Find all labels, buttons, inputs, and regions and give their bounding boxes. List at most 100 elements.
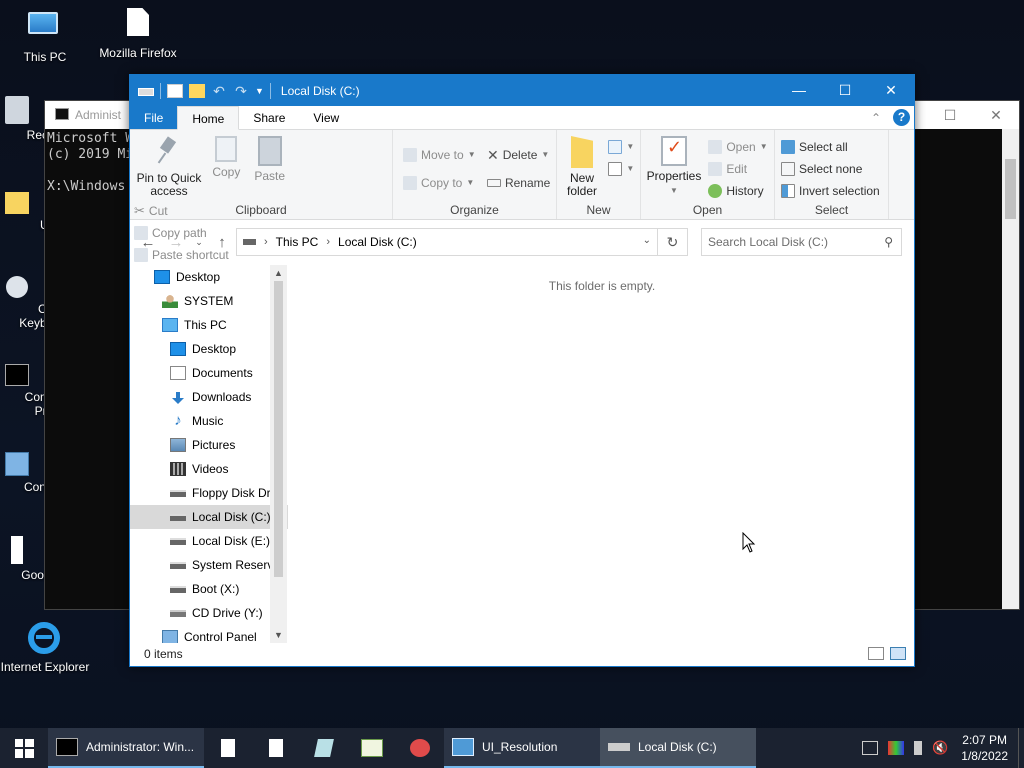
breadcrumb-local-disk[interactable]: Local Disk (C:) <box>338 235 417 249</box>
move-to-button[interactable]: Move to ▼ <box>403 144 476 166</box>
tab-share[interactable]: Share <box>239 106 299 129</box>
breadcrumb-separator[interactable]: › <box>326 236 330 248</box>
chevron-down-icon[interactable]: ⌄ <box>643 235 651 246</box>
quick-access-toolbar: ↶ ↷ ▼ <box>130 82 271 99</box>
tree-item-this-pc[interactable]: This PC <box>130 313 288 337</box>
properties-button[interactable]: Properties ▼ <box>645 134 703 197</box>
tree-item-boot-x[interactable]: Boot (X:) <box>130 577 288 601</box>
taskbar-pinned-notepad[interactable] <box>300 728 348 768</box>
button-label: Paste <box>254 169 286 183</box>
tree-item-desktop-pc[interactable]: Desktop <box>130 337 288 361</box>
show-desktop-button[interactable] <box>1018 728 1024 768</box>
maximize-button[interactable]: ☐ <box>927 101 973 129</box>
taskbar-pinned-snipping[interactable] <box>396 728 444 768</box>
pin-to-quick-access-button[interactable]: Pin to Quick access <box>134 134 204 198</box>
tree-item-cd-drive[interactable]: CD Drive (Y:) <box>130 601 288 625</box>
new-folder-icon[interactable] <box>189 83 205 98</box>
color-icon[interactable] <box>888 741 905 755</box>
taskbar-pinned-chart[interactable] <box>348 728 396 768</box>
close-button[interactable]: ✕ <box>973 101 1019 129</box>
tab-file[interactable]: File <box>130 106 178 129</box>
snipping-tool-icon <box>410 739 430 757</box>
delete-button[interactable]: ✕ Delete ▼ <box>487 144 550 166</box>
edit-button[interactable]: Edit <box>708 158 767 180</box>
customize-toolbar-icon[interactable]: ▼ <box>255 86 264 96</box>
copy-button[interactable]: Copy <box>207 134 245 179</box>
taskbar-item-explorer[interactable]: Local Disk (C:) <box>600 728 756 768</box>
taskbar-item-ui-resolution[interactable]: UI_Resolution <box>444 728 600 768</box>
navigation-pane[interactable]: Desktop SYSTEM This PC Desktop Documents… <box>130 265 288 643</box>
details-view-icon[interactable] <box>868 647 884 660</box>
select-none-button[interactable]: Select none <box>781 158 880 180</box>
start-button[interactable] <box>0 728 48 768</box>
tree-item-local-disk-e[interactable]: Local Disk (E:) <box>130 529 288 553</box>
clock[interactable]: 2:07 PM 1/8/2022 <box>953 732 1018 764</box>
taskbar-item-cmd[interactable]: Administrator: Win... <box>48 728 204 768</box>
invert-selection-button[interactable]: Invert selection <box>781 180 880 202</box>
tree-item-desktop[interactable]: Desktop <box>130 265 288 289</box>
recent-locations-icon[interactable]: ⌄ <box>194 237 204 248</box>
undo-icon[interactable]: ↶ <box>211 84 227 98</box>
tree-item-floppy[interactable]: Floppy Disk Dri <box>130 481 288 505</box>
history-button[interactable]: History <box>708 180 767 202</box>
copy-to-button[interactable]: Copy to ▼ <box>403 172 476 194</box>
rename-button[interactable]: Rename <box>486 172 551 194</box>
tree-item-local-disk-c[interactable]: Local Disk (C:) <box>130 505 288 529</box>
breadcrumb-this-pc[interactable]: This PC <box>276 235 319 249</box>
chevron-up-icon[interactable]: ▲ <box>270 265 287 281</box>
tree-item-music[interactable]: ♪ Music <box>130 409 288 433</box>
windows-logo-icon <box>14 738 34 758</box>
file-list[interactable]: This folder is empty. <box>290 265 914 643</box>
search-input[interactable]: Search Local Disk (C:) ⚲ <box>701 228 902 256</box>
titlebar[interactable]: ↶ ↷ ▼ Local Disk (C:) — ☐ ✕ <box>130 75 914 106</box>
navigation-pane-scrollbar[interactable]: ▲ ▼ <box>270 265 287 643</box>
separator <box>160 82 161 99</box>
minimize-button[interactable]: — <box>776 75 822 106</box>
open-button[interactable]: Open ▼ <box>708 136 768 158</box>
desktop-icon-firefox[interactable]: Mozilla Firefox <box>93 8 183 60</box>
tab-view[interactable]: View <box>299 106 353 129</box>
tree-item-system-reserved[interactable]: System Reserve <box>130 553 288 577</box>
large-icons-view-icon[interactable] <box>890 647 906 660</box>
button-label: Rename <box>504 176 551 190</box>
cmd-scrollbar[interactable] <box>1002 129 1019 609</box>
select-all-button[interactable]: Select all <box>781 136 880 158</box>
tree-item-downloads[interactable]: Downloads <box>130 385 288 409</box>
usb-icon[interactable] <box>914 741 923 755</box>
back-arrow-icon[interactable]: ← <box>138 234 158 251</box>
breadcrumb-separator[interactable]: › <box>264 236 268 248</box>
tree-item-pictures[interactable]: Pictures <box>130 433 288 457</box>
help-icon[interactable]: ? <box>893 109 910 126</box>
chevron-up-icon[interactable]: ⌃ <box>871 111 881 125</box>
refresh-icon[interactable]: ↻ <box>657 229 687 255</box>
desktop-icon-this-pc[interactable]: This PC <box>0 8 90 64</box>
close-button[interactable]: ✕ <box>868 75 914 106</box>
search-icon[interactable]: ⚲ <box>884 229 893 255</box>
new-item-button[interactable]: ▼ <box>608 136 634 158</box>
tree-item-label: Videos <box>192 462 229 476</box>
volume-muted-icon[interactable]: 🔇 <box>932 741 948 755</box>
properties-icon[interactable] <box>167 83 183 98</box>
network-icon[interactable] <box>862 741 879 755</box>
tree-item-control-panel[interactable]: Control Panel <box>130 625 288 643</box>
maximize-button[interactable]: ☐ <box>822 75 868 106</box>
desktop-icon-ie[interactable]: Internet Explorer <box>0 622 90 674</box>
chevron-down-icon[interactable]: ▼ <box>270 627 287 643</box>
taskbar-pinned-doc-2[interactable] <box>252 728 300 768</box>
explorer-window[interactable]: ↶ ↷ ▼ Local Disk (C:) — ☐ ✕ File Home Sh… <box>129 74 915 667</box>
tree-item-videos[interactable]: Videos <box>130 457 288 481</box>
up-arrow-icon[interactable]: ↑ <box>212 234 232 251</box>
tab-home[interactable]: Home <box>177 106 240 130</box>
paste-button[interactable]: Paste <box>249 134 291 183</box>
taskbar-pinned-doc-1[interactable] <box>204 728 252 768</box>
tree-item-documents[interactable]: Documents <box>130 361 288 385</box>
forward-arrow-icon[interactable]: → <box>166 234 186 251</box>
address-bar[interactable]: › This PC › Local Disk (C:) ⌄ ↻ <box>236 228 688 256</box>
document-icon <box>269 739 283 757</box>
redo-icon[interactable]: ↷ <box>233 84 249 98</box>
tree-item-system[interactable]: SYSTEM <box>130 289 288 313</box>
scroll-thumb[interactable] <box>1005 159 1016 219</box>
new-folder-button[interactable]: New folder <box>561 134 603 198</box>
easy-access-button[interactable]: ▼ <box>608 158 634 180</box>
scroll-thumb[interactable] <box>274 281 283 577</box>
